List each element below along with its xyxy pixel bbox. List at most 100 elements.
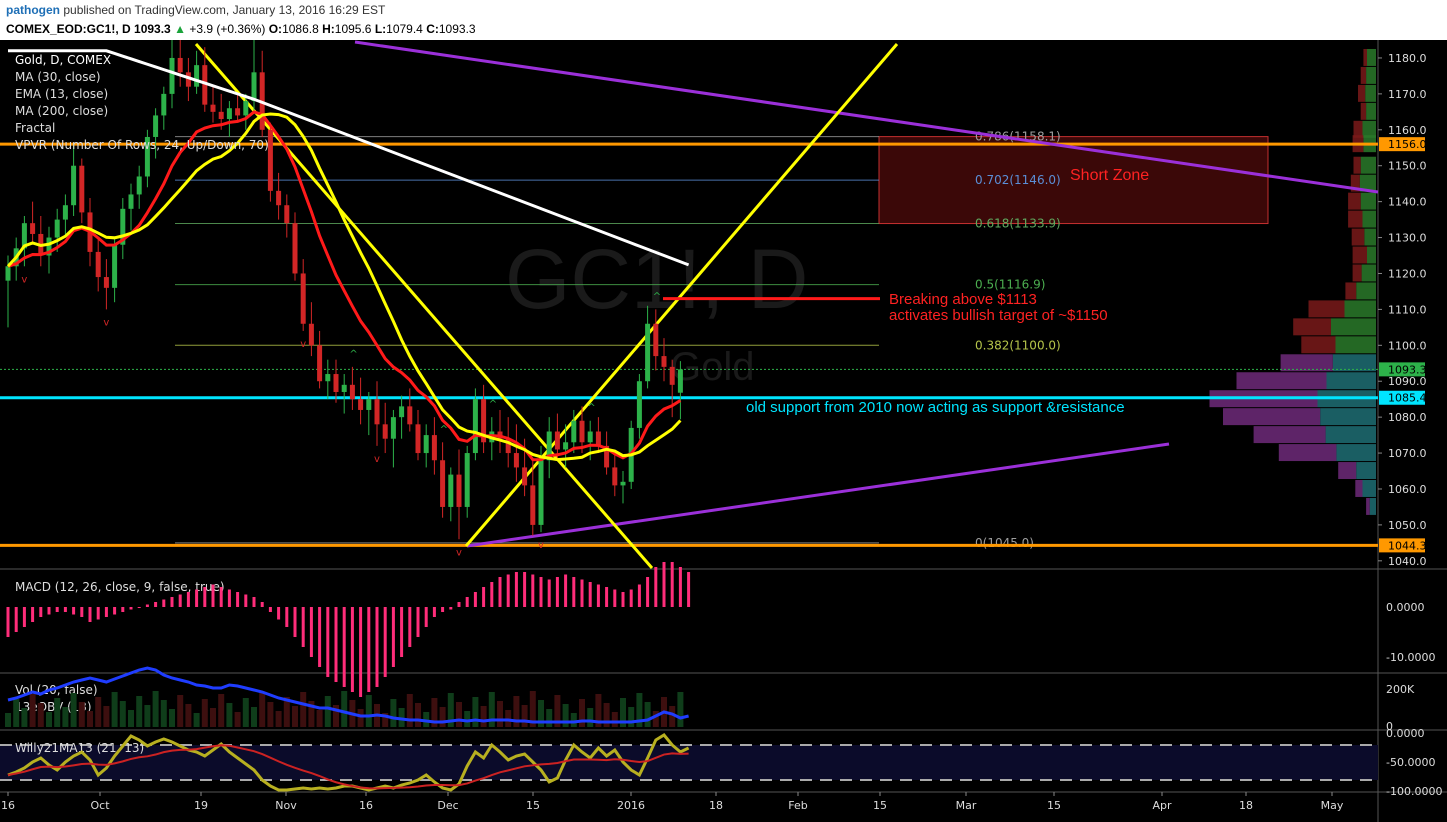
volume-bar [111,692,118,727]
macd-bar [113,607,117,615]
vpvr-down-bar [1223,408,1321,426]
volume-bar [185,704,192,727]
volume-bar [152,691,159,727]
fractal-down-marker: v [538,540,544,551]
price-tick-label: 1050.0 [1388,519,1427,532]
vpvr-down-bar [1348,192,1361,210]
candle-body [374,399,380,425]
macd-bar [22,607,26,627]
candle-body [522,467,528,486]
chart-header: pathogen published on TradingView.com, J… [0,0,1447,40]
fib-level-label: 0.786(1158.1) [975,130,1061,144]
fractal-down-marker: v [103,317,109,328]
price-badge-label: 1085.4 [1388,392,1427,405]
volume-bar [201,699,208,727]
macd-bar [301,607,305,647]
candle-body [218,111,224,120]
vpvr-down-bar [1345,282,1357,300]
macd-bar [227,589,231,607]
vpvr-up-bar [1331,318,1376,336]
chart-area[interactable]: GC1!, D Gold 0.786(1158.1) 0.702(1146.0) 0.6… [0,40,1447,822]
volume-bar [628,707,635,727]
time-tick-label: 2016 [617,799,645,812]
vpvr-down-bar [1366,497,1370,515]
candle-body [341,384,347,392]
time-tick-label: 18 [1239,799,1253,812]
candle-body [440,460,446,507]
macd-bar [186,592,190,607]
legend-item: Fractal [15,121,55,135]
author-link[interactable]: pathogen [6,3,60,17]
publish-line: pathogen published on TradingView.com, J… [6,3,385,17]
volume-bar [390,699,397,727]
time-tick-label: 16 [359,799,373,812]
chart-canvas[interactable]: GC1!, DGold0.786(1158.1)0.702(1146.0)0.6… [0,40,1447,822]
volume-bar [341,691,348,727]
volume-bar [406,694,413,727]
candle-body [513,453,519,468]
fractal-down-marker: v [300,339,306,350]
breakout-note-1: Breaking above $1113 [889,291,1037,308]
macd-title: MACD (12, 26, close, 9, false, true) [15,580,225,594]
vpvr-up-bar [1326,372,1376,390]
time-tick-label: Mar [956,799,977,812]
candle-body [79,165,85,213]
volume-bar [21,708,28,727]
macd-bar [416,607,420,637]
vpvr-down-bar [1353,156,1361,174]
candle-body [399,406,405,418]
volume-bar [160,700,167,727]
price-tick-label: 1040.0 [1388,555,1427,568]
macd-bar [39,607,43,617]
volume-bar [324,696,331,727]
price-tick-label: 1120.0 [1388,267,1427,280]
macd-bar [498,577,502,607]
obv-line [7,666,689,724]
willy-tick: -50.0000 [1386,756,1435,769]
macd-bar [14,607,18,632]
macd-bar [662,562,666,607]
willy-tick: 0.0000 [1386,727,1425,740]
candle-body [415,424,421,454]
fractal-up-marker: ^ [587,403,595,414]
time-tick-label: Feb [788,799,807,812]
macd-bar [260,602,264,607]
macd-bar [72,607,76,615]
macd-bar [55,607,59,612]
vpvr-up-bar [1320,408,1376,426]
price-tick-label: 1060.0 [1388,483,1427,496]
macd-bar [137,607,141,608]
macd-bar [63,607,67,612]
macd-bar [96,607,100,620]
volume-bar [54,698,61,727]
candle-body [653,323,659,357]
volume-bar [497,701,503,727]
macd-bar [424,607,428,627]
vpvr-down-bar [1352,264,1362,282]
candle-body [456,474,462,507]
candle-body [177,57,183,73]
macd-bar [211,584,215,607]
vpvr-up-bar [1344,300,1376,318]
macd-bar [47,607,51,615]
vpvr-up-bar [1364,228,1376,246]
price-tick-label: 1110.0 [1388,303,1427,316]
vpvr-up-bar [1336,444,1376,462]
macd-bar [408,607,412,647]
vpvr-up-bar [1366,66,1376,84]
macd-bar [555,577,559,607]
macd-bar [473,592,477,607]
price-tick-label: 1070.0 [1388,447,1427,460]
candle-body [358,399,364,410]
fib-level-label: 0(1045.0) [975,536,1034,550]
macd-bar [285,607,289,627]
vpvr-down-bar [1360,102,1367,120]
candle-body [366,399,372,410]
willy-band [0,745,1378,780]
price-tick-label: 1160.0 [1388,124,1427,137]
macd-bar [203,587,207,607]
volume-bar [562,704,569,727]
symbol-watermark: GC1!, D [505,232,808,326]
macd-bar [244,594,248,607]
volume-bar [480,706,487,727]
